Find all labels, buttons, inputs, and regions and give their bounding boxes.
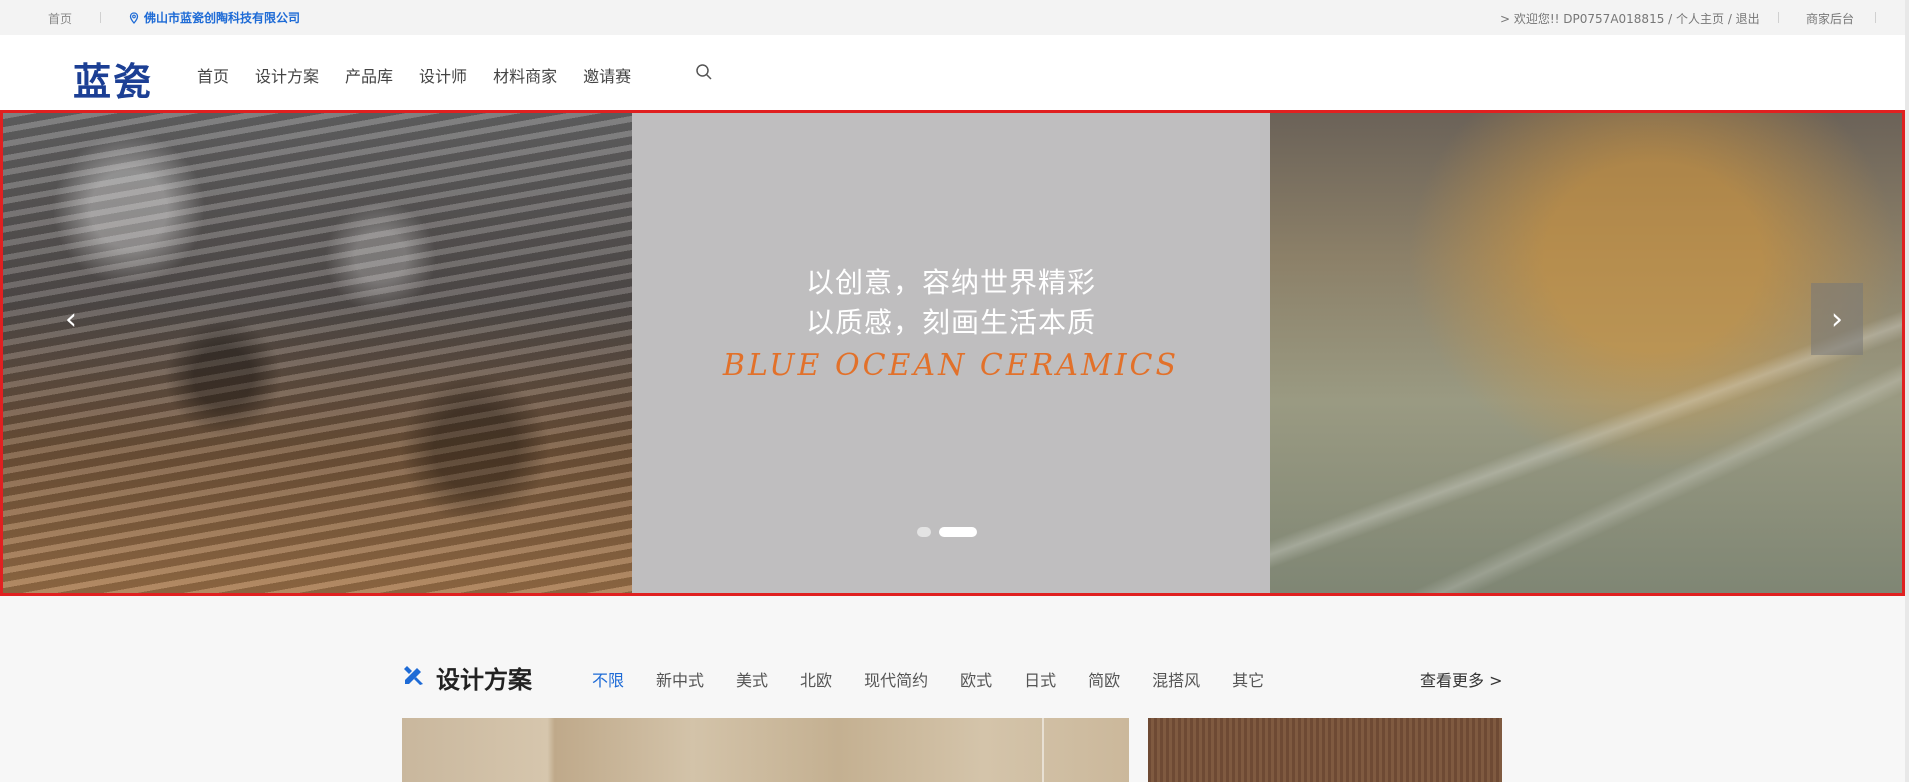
tab-japanese[interactable]: 日式 [1024, 667, 1056, 691]
nav-item-home[interactable]: 首页 [197, 63, 229, 87]
banner-texture-image-left [3, 113, 632, 593]
design-plan-card-image[interactable] [402, 718, 1129, 782]
nav-item-invitational[interactable]: 邀请赛 [583, 63, 631, 87]
design-plan-card-image[interactable] [1148, 718, 1502, 782]
tab-mixed[interactable]: 混搭风 [1152, 667, 1200, 691]
divider [1875, 12, 1876, 23]
banner-brand-name: BLUE OCEAN CERAMICS [722, 348, 1180, 383]
topbar-home-link[interactable]: 首页 [48, 10, 72, 27]
banner-texture-image-right [1270, 113, 1902, 593]
main-nav: 首页 设计方案 产品库 设计师 材料商家 邀请赛 [197, 63, 657, 87]
page-scrollbar[interactable] [1905, 0, 1909, 782]
hero-carousel[interactable]: 以创意，容纳世界精彩 以质感，刻画生活本质 BLUE OCEAN CERAMIC… [0, 110, 1905, 596]
tab-nordic[interactable]: 北欧 [800, 667, 832, 691]
carousel-next-button[interactable]: › [1811, 283, 1863, 355]
location-pin-icon [129, 11, 139, 24]
carousel-dot-1[interactable] [917, 527, 931, 537]
nav-item-designers[interactable]: 设计师 [419, 63, 467, 87]
welcome-links[interactable]: > 欢迎您!! DP0757A018815 / 个人主页 / 退出 [1500, 10, 1760, 27]
merchant-admin-link[interactable]: 商家后台 [1806, 10, 1854, 27]
tab-simple-european[interactable]: 简欧 [1088, 667, 1120, 691]
banner-slogan-line2: 以质感，刻画生活本质 [805, 306, 1096, 339]
tab-other[interactable]: 其它 [1232, 667, 1264, 691]
design-tools-icon [404, 666, 423, 685]
site-logo[interactable]: 蓝瓷 [73, 51, 153, 106]
tab-modern-minimal[interactable]: 现代简约 [864, 667, 928, 691]
section-title: 设计方案 [436, 666, 532, 694]
nav-item-design-plans[interactable]: 设计方案 [255, 63, 319, 87]
carousel-prev-button[interactable]: ‹ [45, 283, 97, 355]
view-more-link[interactable]: 查看更多 > [1420, 667, 1503, 691]
divider [1778, 12, 1779, 23]
nav-item-material-merchants[interactable]: 材料商家 [493, 63, 557, 87]
location-label: 佛山市蓝瓷创陶科技有限公司 [144, 11, 301, 25]
chevron-right-icon: › [1831, 301, 1843, 337]
top-utility-bar: 首页 佛山市蓝瓷创陶科技有限公司 > 欢迎您!! DP0757A018815 /… [0, 0, 1909, 35]
banner-slogan-line1: 以创意，容纳世界精彩 [805, 266, 1096, 299]
tab-new-chinese[interactable]: 新中式 [656, 667, 704, 691]
nav-item-product-library[interactable]: 产品库 [345, 63, 393, 87]
tab-any[interactable]: 不限 [592, 667, 624, 691]
tab-european[interactable]: 欧式 [960, 667, 992, 691]
chevron-left-icon: ‹ [65, 301, 77, 337]
divider [100, 12, 101, 23]
tab-american[interactable]: 美式 [736, 667, 768, 691]
carousel-dot-2[interactable] [939, 527, 977, 537]
site-header: 蓝瓷 首页 设计方案 产品库 设计师 材料商家 邀请赛 [0, 35, 1909, 110]
search-icon[interactable] [695, 63, 713, 81]
carousel-pagination [917, 527, 977, 537]
style-filter-tabs: 不限 新中式 美式 北欧 现代简约 欧式 日式 简欧 混搭风 其它 [592, 667, 1296, 691]
location-link[interactable]: 佛山市蓝瓷创陶科技有限公司 [128, 9, 300, 26]
